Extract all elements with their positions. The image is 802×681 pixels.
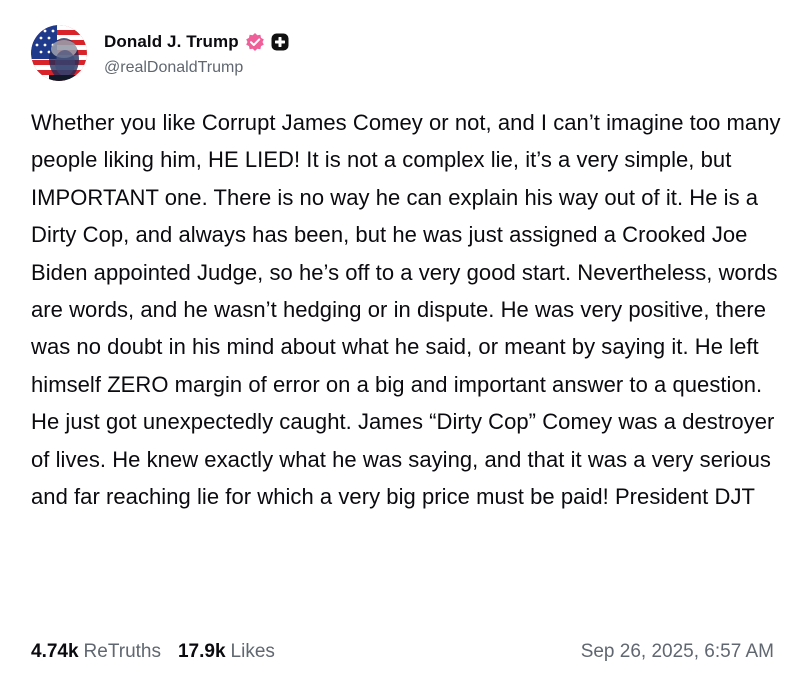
- post-text: Whether you like Corrupt James Comey or …: [31, 110, 781, 510]
- post-timestamp[interactable]: Sep 26, 2025, 6:57 AM: [581, 641, 774, 663]
- author-identity: Donald J. Trump @realDonaldTrump: [104, 29, 289, 77]
- post-footer: 4.74k ReTruths 17.9k Likes Sep 26, 2025,…: [31, 638, 774, 666]
- retruths-label: ReTruths: [83, 641, 161, 662]
- post-stats: 4.74k ReTruths 17.9k Likes: [31, 641, 275, 663]
- retruths-count: 4.74k: [31, 641, 79, 662]
- likes-stat[interactable]: 17.9k Likes: [178, 641, 275, 663]
- likes-label: Likes: [230, 641, 275, 662]
- display-name[interactable]: Donald J. Trump: [104, 32, 239, 52]
- plus-badge-icon: [271, 33, 289, 51]
- avatar[interactable]: [31, 25, 87, 81]
- post-header: Donald J. Trump @realDonaldTrump: [31, 23, 289, 83]
- name-row: Donald J. Trump: [104, 29, 289, 55]
- author-handle[interactable]: @realDonaldTrump: [104, 59, 289, 77]
- retruths-stat[interactable]: 4.74k ReTruths: [31, 641, 161, 663]
- verified-badge-icon: [245, 33, 264, 51]
- likes-count: 17.9k: [177, 641, 226, 662]
- truth-post: Donald J. Trump @realDonaldTrump Whether…: [0, 0, 802, 681]
